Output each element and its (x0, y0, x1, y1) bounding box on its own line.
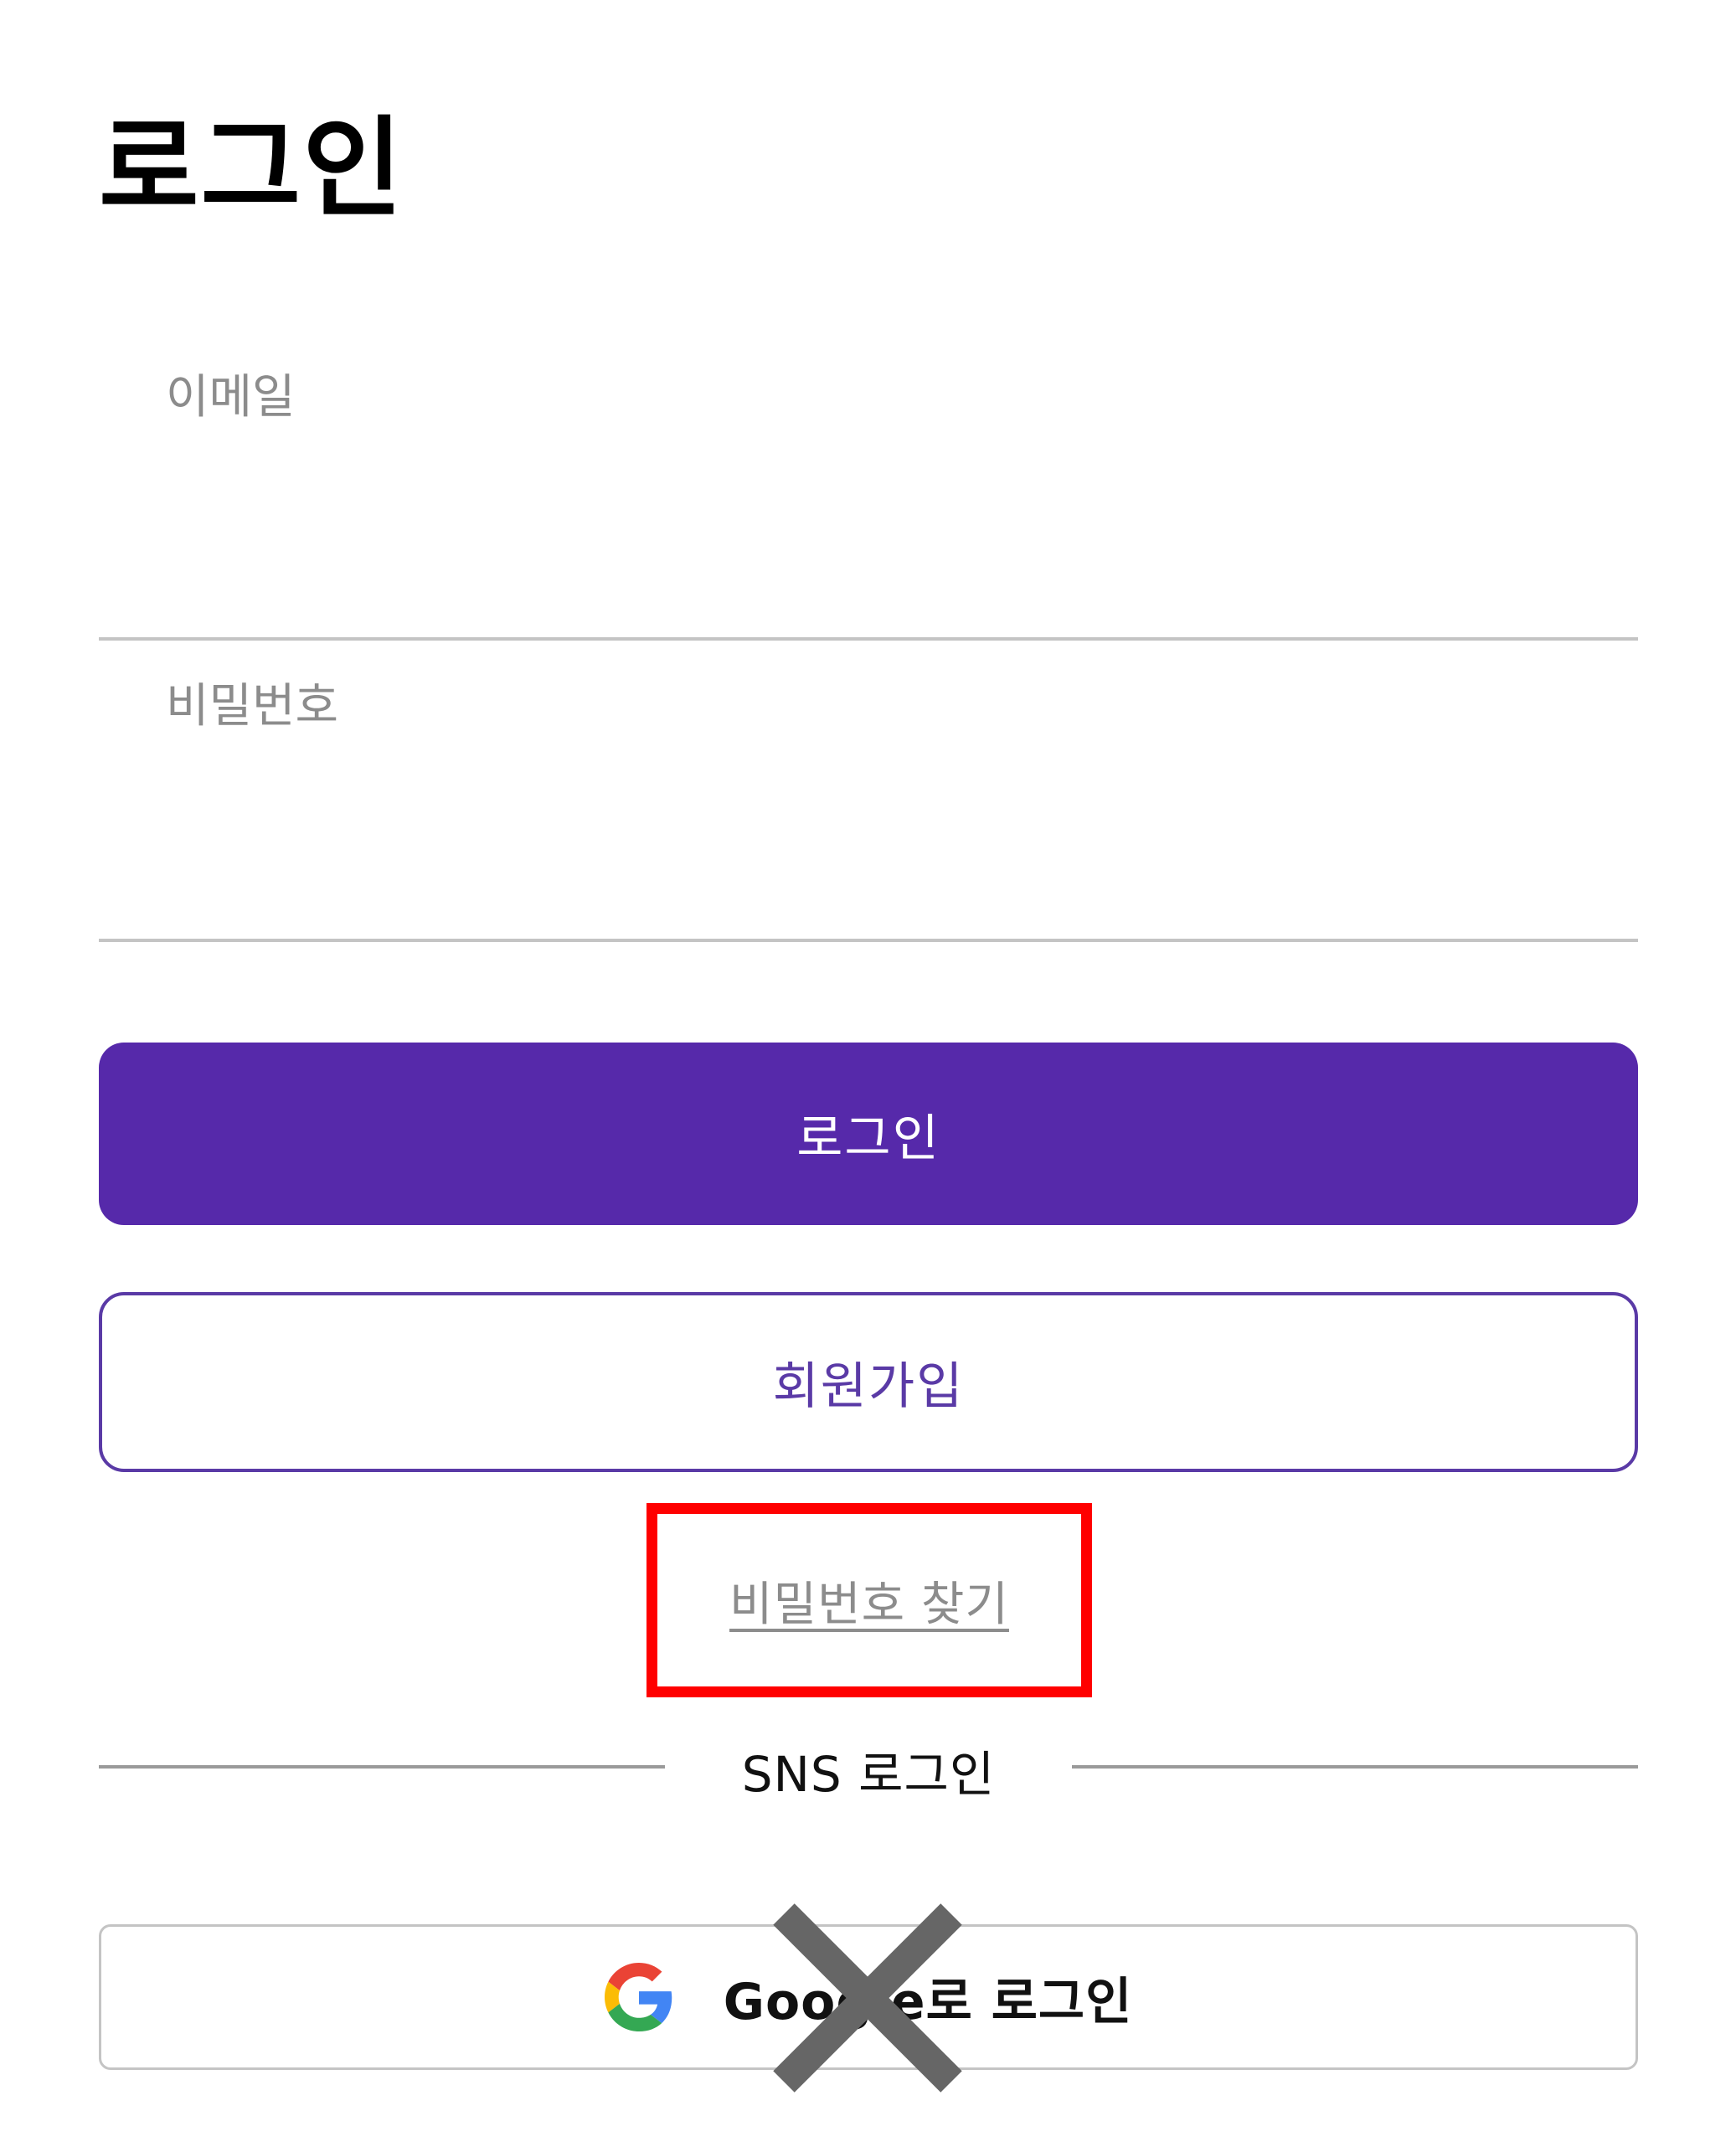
google-g-icon (604, 1963, 673, 2031)
page-title: 로그인 (99, 105, 404, 232)
find-password-highlight: 비밀번호 찾기 (646, 1503, 1092, 1697)
divider-line-right (1072, 1765, 1638, 1769)
login-button[interactable]: 로그인 (99, 1043, 1638, 1225)
divider-line-left (99, 1765, 665, 1769)
sns-login-divider-label: SNS 로그인 (741, 1746, 996, 1803)
email-input[interactable] (99, 339, 1638, 624)
password-input[interactable] (99, 641, 1638, 939)
email-field[interactable] (99, 339, 1638, 641)
login-button-label: 로그인 (796, 1109, 940, 1168)
signup-button[interactable]: 회원가입 (99, 1292, 1638, 1472)
signup-button-label: 회원가입 (772, 1357, 965, 1416)
password-field[interactable] (99, 641, 1638, 942)
google-login-label: Google로 로그인 (723, 1972, 1133, 2031)
google-login-button[interactable]: Google로 로그인 (99, 1924, 1638, 2070)
find-password-link[interactable]: 비밀번호 찾기 (729, 1567, 1009, 1635)
